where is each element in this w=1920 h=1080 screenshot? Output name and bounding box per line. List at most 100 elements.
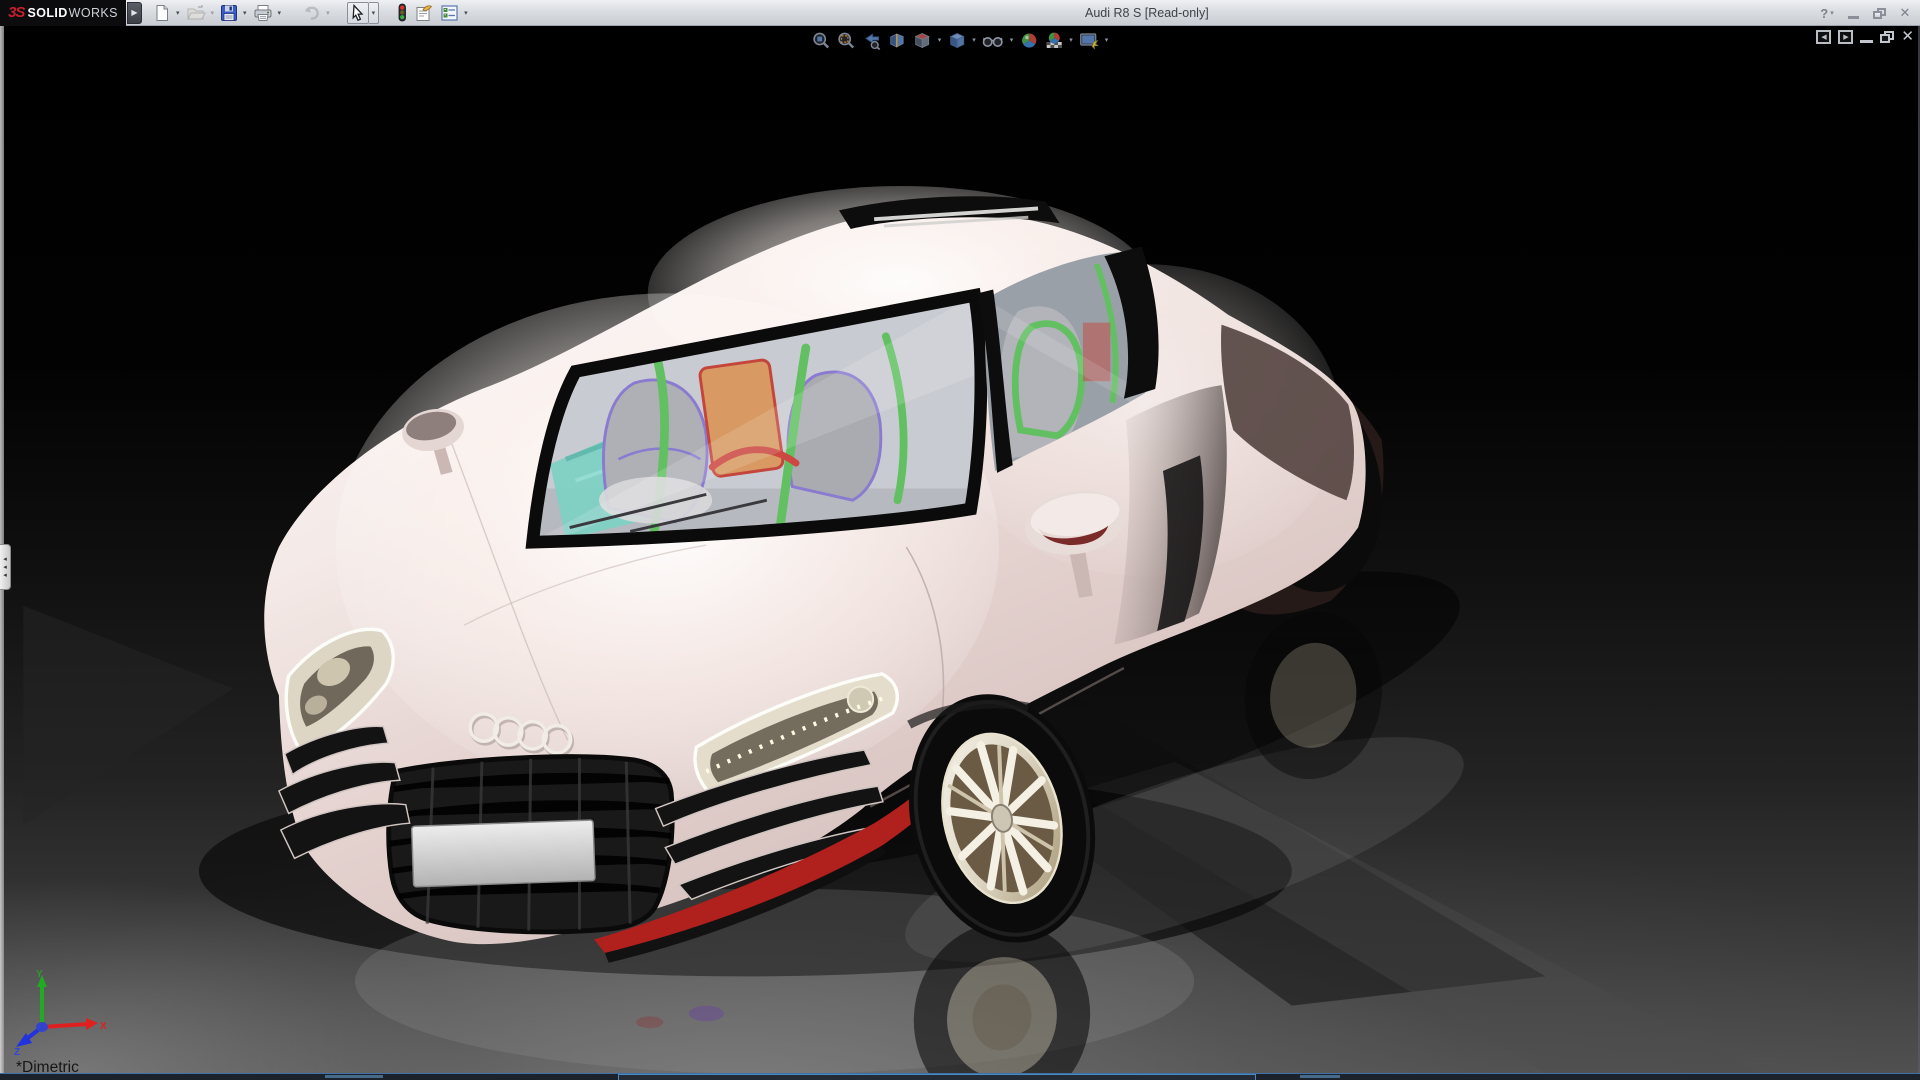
close-button[interactable]: ✕ [1894, 3, 1916, 23]
document-close-button[interactable]: ✕ [1901, 28, 1914, 45]
view-orientation-dropdown[interactable]: ▾ [938, 36, 942, 44]
orientation-triad: Y X Z [14, 969, 107, 1055]
open-button [183, 2, 209, 24]
logo-text-works: WORKS [68, 5, 118, 20]
window-title: Audi R8 S [Read-only] [1085, 6, 1209, 20]
close-icon: ✕ [1899, 5, 1911, 20]
select-dropdown[interactable]: ▾ [368, 1, 380, 24]
expand-menu-button[interactable]: ▶ [127, 1, 142, 24]
logo-text-solid: SOLID [27, 5, 68, 20]
save-floppy-icon [221, 4, 238, 21]
solidworks-logo: 3S SOLID WORKS [0, 0, 126, 26]
window-controls: ? ▾ ✕ [1816, 0, 1916, 26]
triad-x-label: X [100, 1021, 107, 1032]
pane-left-arrow-icon: ◀ [1821, 34, 1827, 41]
zoom-to-area-icon [838, 32, 855, 48]
status-segment [1300, 1075, 1340, 1078]
front-grille[interactable] [386, 754, 675, 935]
section-view-icon [890, 32, 904, 48]
license-plate-blank [410, 819, 596, 888]
apply-scene-dropdown[interactable]: ▾ [1069, 36, 1073, 44]
collapse-arrow-icon: ◂ [3, 563, 7, 571]
eyeglasses-icon [982, 36, 1003, 47]
section-view-button[interactable] [886, 29, 909, 51]
minimize-icon [1847, 15, 1859, 19]
help-dropdown-icon: ▾ [1830, 10, 1834, 17]
new-document-button[interactable] [150, 2, 174, 24]
traffic-light-icon [398, 3, 406, 22]
file-properties-icon [416, 4, 433, 21]
status-segment [325, 1075, 383, 1078]
document-window-controls: ◀ ▶ ✕ [1816, 28, 1914, 45]
help-icon: ? [1820, 5, 1829, 21]
collapse-arrow-icon: ◂ [3, 555, 7, 563]
restore-icon [1880, 31, 1895, 43]
open-folder-icon [186, 4, 206, 19]
view-settings-button[interactable] [1077, 29, 1101, 51]
close-icon: ✕ [1901, 28, 1914, 45]
show-left-pane-button[interactable]: ◀ [1816, 30, 1832, 44]
display-style-icon [949, 32, 965, 48]
view-settings-icon [1080, 32, 1099, 50]
document-minimize-button[interactable] [1860, 31, 1874, 43]
model-render-area [0, 26, 1920, 1073]
audi-r8-model[interactable] [0, 26, 1920, 1073]
restore-icon [1872, 7, 1886, 19]
ds-logo-mark: 3S [8, 4, 25, 21]
previous-view-button[interactable] [860, 29, 884, 51]
options-button[interactable] [437, 2, 462, 24]
undo-button [298, 2, 324, 24]
previous-view-icon [864, 32, 881, 50]
zoom-to-fit-icon [813, 32, 830, 48]
apply-scene-icon [1046, 32, 1062, 48]
view-orientation-name: *Dimetric [16, 1059, 79, 1073]
standard-toolbar: ▾ ▾ ▾ ▾ ▾ ▾ ▾ [150, 1, 471, 24]
view-orientation-button[interactable] [911, 29, 934, 51]
pane-right-arrow-icon: ▶ [1843, 34, 1849, 41]
print-dropdown[interactable]: ▾ [278, 9, 282, 17]
open-dropdown: ▾ [210, 9, 215, 17]
show-right-pane-button[interactable]: ▶ [1838, 30, 1854, 44]
hide-show-items-button[interactable] [980, 29, 1006, 51]
save-button[interactable] [217, 2, 241, 24]
status-pane [618, 1074, 1256, 1080]
print-icon [254, 4, 272, 21]
select-cursor-icon [352, 3, 364, 21]
minimize-icon [1860, 40, 1874, 43]
edit-appearance-button[interactable] [1017, 29, 1040, 51]
options-dropdown[interactable]: ▾ [464, 9, 468, 17]
traffic-light-button[interactable] [393, 2, 411, 24]
select-button[interactable] [346, 1, 369, 24]
print-button[interactable] [250, 2, 276, 24]
restore-button[interactable] [1868, 3, 1890, 23]
title-bar: 3S SOLID WORKS ▶ ▾ ▾ ▾ ▾ ▾ ▾ ▾ Audi R8 S… [0, 0, 1920, 26]
new-document-dropdown[interactable]: ▾ [176, 9, 180, 17]
display-style-button[interactable] [945, 29, 968, 51]
hide-show-items-dropdown[interactable]: ▾ [1010, 36, 1014, 44]
help-button[interactable]: ? ▾ [1816, 3, 1838, 23]
options-checklist-icon [441, 4, 458, 21]
feature-manager-collapse-tab[interactable]: ◂ ◂ ◂ [0, 544, 11, 590]
new-document-icon [156, 4, 168, 21]
file-properties-button[interactable] [411, 2, 437, 24]
floor-streak [23, 605, 234, 826]
solidworks-window: 3S SOLID WORKS ▶ ▾ ▾ ▾ ▾ ▾ ▾ ▾ Audi R8 S… [0, 0, 1920, 1080]
zoom-to-area-button[interactable] [835, 29, 858, 51]
document-restore-button[interactable] [1880, 31, 1895, 43]
undo-icon [305, 6, 319, 20]
zoom-to-fit-button[interactable] [810, 29, 833, 51]
minimize-button[interactable] [1842, 3, 1864, 23]
display-style-dropdown[interactable]: ▾ [972, 36, 976, 44]
edit-appearance-sphere-icon [1021, 32, 1036, 48]
triad-y-label: Y [36, 969, 43, 980]
triad-z-label: Z [14, 1047, 20, 1055]
view-settings-dropdown[interactable]: ▾ [1105, 36, 1109, 44]
heads-up-view-toolbar: ▾ ▾ ▾ ▾ ▾ [810, 29, 1111, 51]
undo-dropdown: ▾ [326, 9, 330, 17]
view-orientation-icon [914, 32, 930, 48]
status-bar [0, 1073, 1920, 1080]
collapse-arrow-icon: ◂ [3, 571, 7, 579]
apply-scene-button[interactable] [1042, 29, 1065, 51]
save-dropdown[interactable]: ▾ [243, 9, 247, 17]
graphics-viewport[interactable]: ◂ ◂ ◂ ▾ ▾ ▾ ▾ ▾ ◀ ▶ ✕ Y X Z *Dimetric [0, 26, 1920, 1073]
